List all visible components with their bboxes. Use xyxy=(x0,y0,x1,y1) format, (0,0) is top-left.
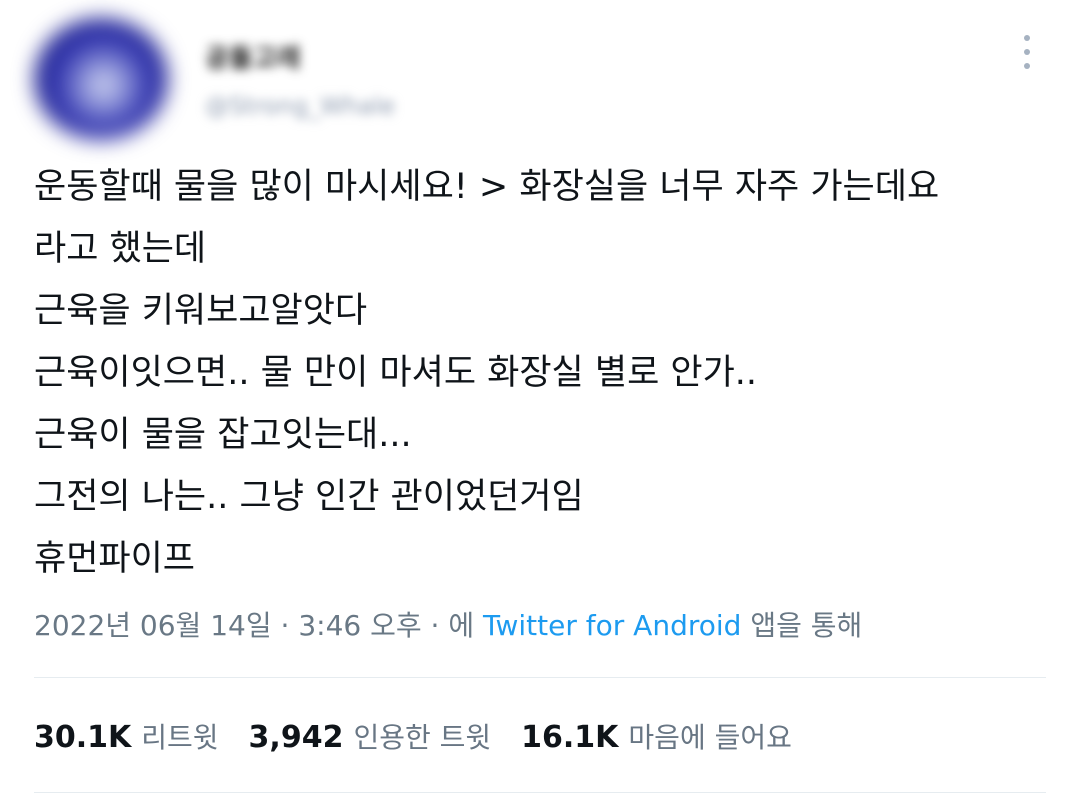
retweets-count: 30.1K xyxy=(34,720,132,755)
more-options-button[interactable] xyxy=(1010,34,1044,70)
likes-stat[interactable]: 16.1K 마음에 들어요 xyxy=(521,716,792,756)
via-suffix: 앱을 통해 xyxy=(750,609,863,642)
tweet-line: 근육이 물을 잡고잇는대... xyxy=(34,415,412,455)
tweet-line: 근육이잇으면.. 물 만이 마셔도 화장실 별로 안가.. xyxy=(34,353,758,393)
likes-count: 16.1K xyxy=(521,720,619,755)
retweets-label: 리트윗 xyxy=(141,721,219,754)
tweet-line: 그전의 나는.. 그냥 인간 관이었던거임 xyxy=(34,477,584,517)
likes-label: 마음에 들어요 xyxy=(628,721,792,754)
tweet-time[interactable]: 3:46 오후 xyxy=(298,609,421,642)
tweet-line: 라고 했는데 xyxy=(34,229,207,269)
retweets-stat[interactable]: 30.1K 리트윗 xyxy=(34,716,219,756)
tweet-line: 휴먼파이프 xyxy=(34,539,196,579)
divider xyxy=(34,677,1046,678)
tweet-line: 운동할때 물을 많이 마시세요! > 화장실을 너무 자주 가는데요 xyxy=(34,167,940,207)
tweet-metadata: 2022년 06월 14일 · 3:46 오후 · 에 Twitter for … xyxy=(34,604,862,644)
tweet-text: 운동할때 물을 많이 마시세요! > 화장실을 너무 자주 가는데요 라고 했는… xyxy=(34,156,1054,590)
quotes-stat[interactable]: 3,942 인용한 트윗 xyxy=(249,716,492,756)
more-vertical-icon xyxy=(1024,63,1030,69)
more-vertical-icon xyxy=(1024,35,1030,41)
meta-separator: · xyxy=(430,609,440,642)
meta-separator: · xyxy=(280,609,290,642)
quotes-label: 인용한 트윗 xyxy=(353,721,492,754)
author-display-name[interactable]: 공돌고래 xyxy=(205,38,301,75)
author-handle[interactable]: @Strong_Whale xyxy=(205,92,395,120)
divider xyxy=(34,792,1046,793)
tweet-stats: 30.1K 리트윗 3,942 인용한 트윗 16.1K 마음에 들어요 xyxy=(34,716,822,756)
tweet-date[interactable]: 2022년 06월 14일 xyxy=(34,609,272,642)
source-app-link[interactable]: Twitter for Android xyxy=(483,609,741,642)
via-prefix: 에 xyxy=(448,609,475,642)
quotes-count: 3,942 xyxy=(248,720,344,755)
tweet-line: 근육을 키워보고알앗다 xyxy=(34,291,368,331)
more-vertical-icon xyxy=(1024,49,1030,55)
avatar[interactable] xyxy=(34,18,168,140)
